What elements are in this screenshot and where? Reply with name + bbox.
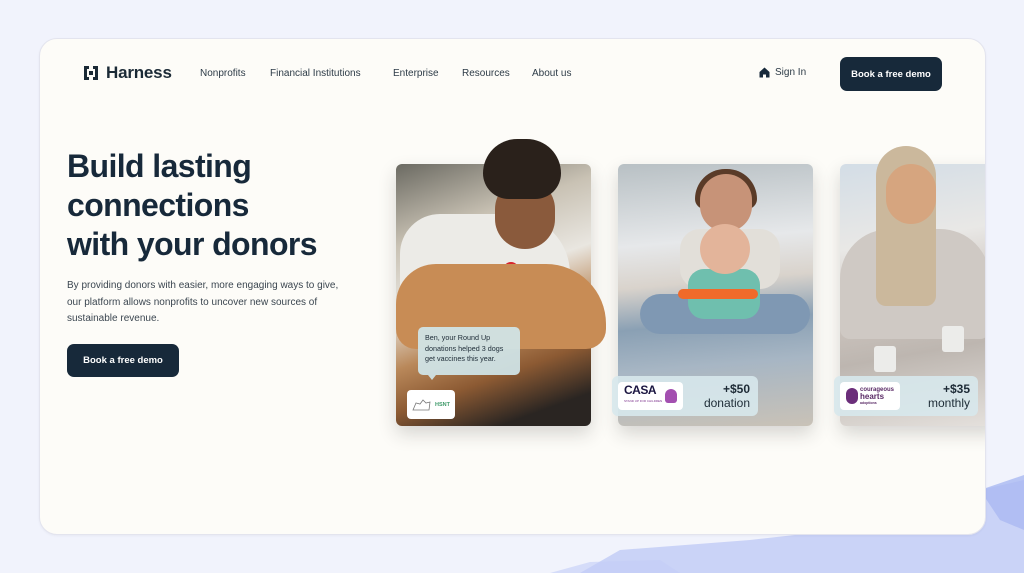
dog-cat-logo-icon	[412, 398, 431, 410]
ch-logo-line-3: adoptions	[860, 401, 877, 405]
ch-logo-line-2: hearts	[860, 392, 885, 401]
harness-logo-icon	[84, 66, 98, 80]
headline-line-3: with your donors	[67, 226, 318, 262]
hero-headline: Build lasting connections with your dono…	[67, 147, 387, 264]
casa-org-badge: CASA STAND UP FOR CHILDREN	[618, 382, 684, 410]
nav-enterprise[interactable]: Enterprise	[393, 68, 439, 79]
amount-type: monthly	[927, 396, 970, 410]
heart-logo-icon	[846, 388, 858, 404]
mug-detail	[942, 326, 964, 352]
photo-detail	[700, 224, 750, 274]
hsnt-logo-text: HSNT	[435, 401, 450, 408]
amount-value: +$50	[722, 382, 750, 396]
brand-logo[interactable]: Harness	[82, 63, 172, 83]
amount-value: +$35	[942, 382, 970, 396]
hero-description: By providing donors with easier, more en…	[67, 280, 339, 324]
donation-amount: +$50 donation	[704, 382, 750, 410]
sign-in-link[interactable]: Sign In	[759, 67, 806, 78]
casa-logo-text: CASA	[624, 383, 657, 397]
book-demo-button-header[interactable]: Book a free demo	[840, 57, 942, 91]
courageous-hearts-org-badge: courageous hearts adoptions	[840, 382, 901, 410]
photo-detail	[678, 289, 758, 299]
nav-resources[interactable]: Resources	[462, 68, 510, 79]
donation-pill-casa: CASA STAND UP FOR CHILDREN +$50 donation	[612, 376, 758, 416]
donation-amount: +$35 monthly	[928, 382, 970, 410]
amount-type: donation	[703, 396, 750, 410]
headline-line-1: Build lasting	[67, 148, 252, 184]
hero-card: Harness Nonprofits Financial Institution…	[39, 38, 986, 535]
photo-detail	[886, 164, 936, 224]
nav-financial-institutions[interactable]: Financial Institutions	[270, 68, 361, 79]
brand-name: Harness	[106, 63, 172, 82]
hand-logo-icon	[665, 389, 678, 403]
book-demo-button-hero[interactable]: Book a free demo	[67, 344, 179, 377]
photo-detail	[483, 139, 561, 199]
donation-pill-courageous-hearts: courageous hearts adoptions +$35 monthly	[834, 376, 978, 416]
hsnt-org-badge: HSNT	[407, 390, 455, 419]
home-icon	[759, 67, 770, 78]
nav-nonprofits[interactable]: Nonprofits	[200, 68, 246, 79]
impact-message-bubble: Ben, your Round Up donations helped 3 do…	[418, 327, 520, 380]
sign-in-label: Sign In	[775, 67, 807, 78]
headline-line-2: connections	[67, 187, 249, 223]
nav-about-us[interactable]: About us	[532, 68, 571, 79]
casa-tagline: STAND UP FOR CHILDREN	[624, 399, 663, 403]
mug-detail	[874, 346, 896, 372]
